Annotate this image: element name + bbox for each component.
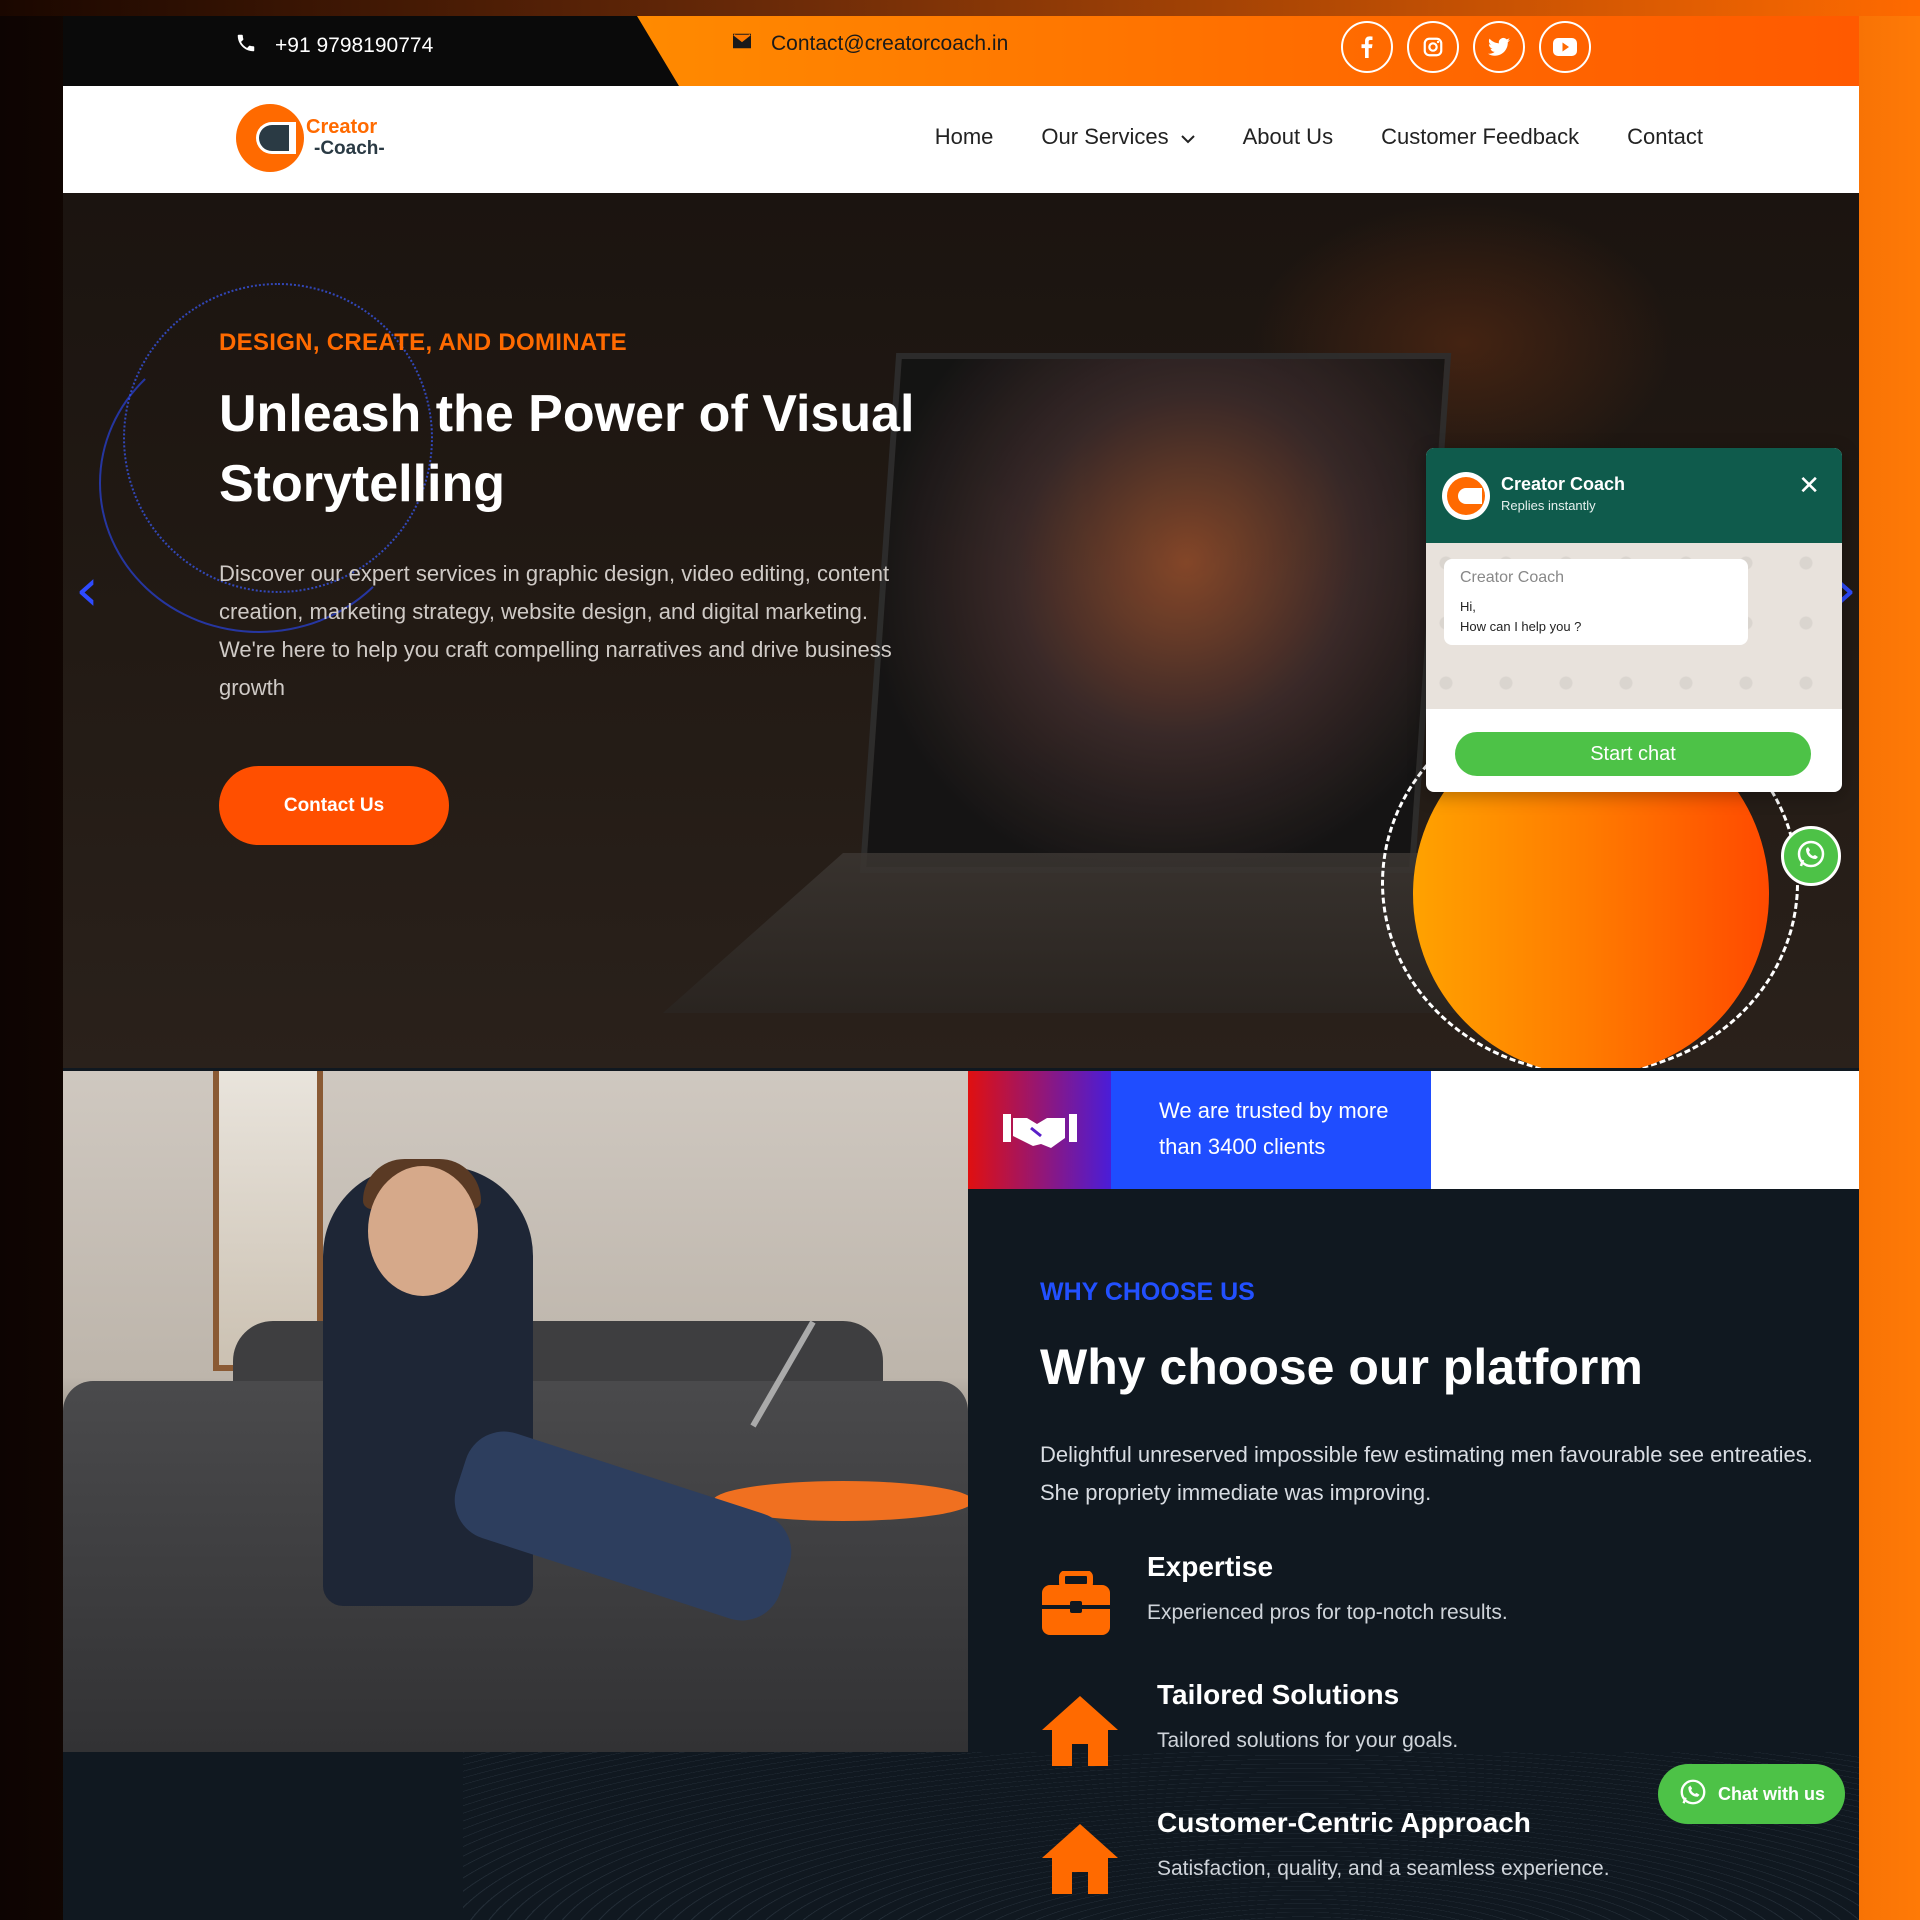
whatsapp-icon (1795, 838, 1827, 875)
feature-title: Expertise (1147, 1551, 1274, 1582)
slider-prev-arrow-icon[interactable]: ‹ (75, 555, 99, 625)
bubble-line-1: Hi, (1460, 599, 1476, 614)
top-gradient-strip (0, 0, 1920, 16)
man-with-laptop-photo (63, 1071, 968, 1752)
trusted-text: We are trusted by more than 3400 clients (1111, 1071, 1431, 1189)
contact-us-button[interactable]: Contact Us (219, 766, 449, 845)
handshake-icon (968, 1071, 1111, 1189)
briefcase-icon (1040, 1570, 1112, 1642)
phone-icon (235, 32, 257, 60)
nav-item-our-services[interactable]: Our Services (1041, 124, 1195, 150)
whatsapp-icon (1678, 1777, 1708, 1812)
chat-with-us-label: Chat with us (1718, 1783, 1825, 1804)
chat-avatar (1442, 472, 1490, 520)
feature-title: Customer-Centric Approach (1157, 1807, 1531, 1838)
logo-text-line2: -Coach- (314, 138, 385, 159)
mail-icon (731, 32, 753, 56)
hero-description: Discover our expert services in graphic … (219, 561, 892, 700)
top-contact-bar: +91 9798190774 Contact@creatorcoach.in (63, 16, 1859, 86)
close-icon[interactable]: ✕ (1798, 470, 1820, 501)
whatsapp-chat-popup: Creator Coach Replies instantly ✕ Creato… (1426, 448, 1842, 792)
why-title: Why choose our platform (1040, 1339, 1643, 1395)
trusted-banner: We are trusted by more than 3400 clients (968, 1071, 1859, 1189)
nav-item-customer-feedback[interactable]: Customer Feedback (1381, 124, 1579, 150)
main-navbar: Creator -Coach- Home Our Services About … (63, 86, 1859, 193)
why-description: Delightful unreserved impossible few est… (1040, 1442, 1813, 1505)
nav-item-home[interactable]: Home (935, 124, 994, 150)
bubble-line-2: How can I help you ? (1460, 619, 1582, 634)
twitter-icon[interactable] (1473, 21, 1525, 73)
brand-logo[interactable]: Creator -Coach- (236, 102, 406, 178)
chat-header: Creator Coach Replies instantly ✕ (1426, 448, 1842, 543)
start-chat-button[interactable]: Start chat (1455, 732, 1811, 776)
facebook-icon[interactable] (1341, 21, 1393, 73)
feature-desc: Experienced pros for top-notch results. (1147, 1601, 1508, 1624)
chat-body: Creator Coach Hi, How can I help you ? (1426, 543, 1842, 709)
bubble-sender: Creator Coach (1460, 569, 1565, 586)
feature-desc: Tailored solutions for your goals. (1157, 1729, 1459, 1752)
home-icon (1040, 1694, 1120, 1773)
topbar-email[interactable]: Contact@creatorcoach.in (731, 32, 1008, 56)
chevron-down-icon (1180, 124, 1195, 150)
hero-kicker: DESIGN, CREATE, AND DOMINATE (219, 329, 627, 356)
chat-agent-name: Creator Coach (1501, 474, 1626, 494)
page-frame: +91 9798190774 Contact@creatorcoach.in C… (63, 16, 1859, 1920)
nav-item-about-us[interactable]: About Us (1243, 124, 1334, 150)
youtube-icon[interactable] (1539, 21, 1591, 73)
instagram-icon[interactable] (1407, 21, 1459, 73)
logo-mark (236, 104, 304, 172)
nav-item-contact[interactable]: Contact (1627, 124, 1703, 150)
whatsapp-float-button[interactable] (1781, 826, 1841, 886)
why-kicker: WHY CHOOSE US (1040, 1278, 1255, 1306)
chat-agent-status: Replies instantly (1501, 498, 1596, 513)
home-icon (1040, 1822, 1120, 1901)
social-links (1341, 21, 1591, 73)
chat-with-us-button[interactable]: Chat with us (1658, 1764, 1845, 1824)
phone-number: +91 9798190774 (275, 34, 434, 57)
topbar-phone[interactable]: +91 9798190774 (235, 32, 433, 60)
logo-text-line1: Creator (306, 116, 378, 138)
email-address: Contact@creatorcoach.in (771, 32, 1009, 55)
chat-message-bubble: Creator Coach Hi, How can I help you ? (1444, 559, 1748, 645)
feature-title: Tailored Solutions (1157, 1679, 1400, 1710)
feature-desc: Satisfaction, quality, and a seamless ex… (1157, 1857, 1610, 1880)
hero-title: Unleash the Power of Visual Storytelling (219, 385, 915, 513)
nav-menu: Home Our Services About Us Customer Feed… (935, 124, 1703, 150)
